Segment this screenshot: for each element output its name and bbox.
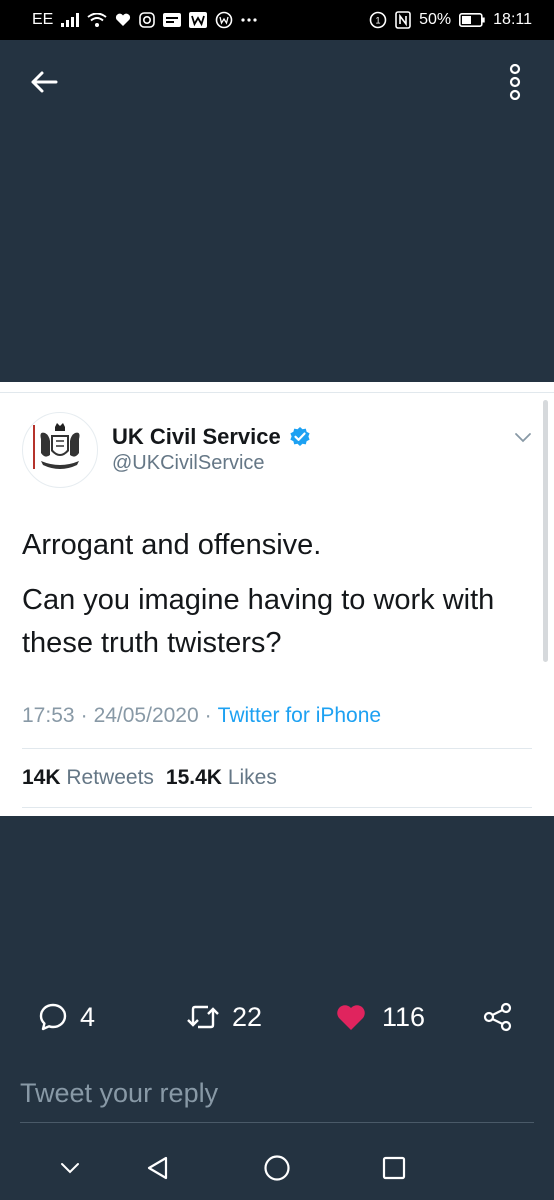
svg-text:1: 1 bbox=[376, 16, 381, 26]
signal-icon bbox=[61, 13, 80, 27]
nav-recents-button[interactable] bbox=[378, 1152, 410, 1184]
more-options-button[interactable] bbox=[502, 60, 528, 104]
like-button[interactable]: 116 bbox=[336, 996, 425, 1038]
news-icon bbox=[163, 12, 182, 28]
divider bbox=[22, 748, 532, 749]
nav-home-button[interactable] bbox=[261, 1152, 293, 1184]
back-triangle-icon bbox=[147, 1156, 168, 1180]
like-count: 116 bbox=[382, 1001, 426, 1032]
retweets-label: Retweets bbox=[66, 766, 154, 789]
reply-bubble-icon bbox=[39, 1003, 67, 1031]
retweet-icon bbox=[187, 1005, 219, 1029]
chevron-down-icon bbox=[61, 1163, 79, 1174]
likes-stat[interactable]: 15.4K Likes bbox=[166, 766, 277, 790]
instagram-icon bbox=[139, 12, 156, 28]
status-right: 1 50% 18:11 bbox=[369, 11, 532, 29]
royal-coat-of-arms-icon bbox=[33, 423, 80, 469]
home-circle-icon bbox=[264, 1155, 290, 1181]
app-bar bbox=[0, 40, 554, 122]
heart-monitor-icon bbox=[115, 13, 131, 27]
wifi-icon bbox=[87, 13, 107, 27]
tweet-stats: 14K Retweets 15.4K Likes bbox=[22, 766, 277, 790]
retweets-count: 14K bbox=[22, 766, 61, 789]
avatar[interactable] bbox=[22, 412, 98, 488]
status-left: EE bbox=[32, 11, 257, 29]
tweet-time: 17:53 bbox=[22, 704, 75, 727]
likes-label: Likes bbox=[227, 766, 277, 789]
system-nav-bar bbox=[0, 1134, 554, 1200]
heart-filled-icon bbox=[337, 1005, 365, 1030]
verified-badge-icon bbox=[290, 427, 310, 446]
battery-percent: 50% bbox=[419, 11, 452, 28]
back-button[interactable] bbox=[26, 64, 62, 100]
reply-composer bbox=[20, 1070, 534, 1123]
vertical-dots-icon bbox=[509, 64, 521, 100]
battery-icon bbox=[459, 13, 485, 27]
nav-back-button[interactable] bbox=[142, 1152, 174, 1184]
share-nodes-icon bbox=[483, 1002, 512, 1032]
likes-count: 15.4K bbox=[165, 766, 222, 789]
reply-button[interactable]: 4 bbox=[38, 996, 95, 1038]
tweet-menu-button[interactable] bbox=[512, 426, 534, 448]
more-dots-icon bbox=[241, 17, 257, 23]
author-name-row[interactable]: UK Civil Service bbox=[112, 424, 311, 450]
reply-input[interactable] bbox=[20, 1070, 534, 1116]
scrollbar[interactable] bbox=[543, 400, 548, 662]
tweet-text-line: Arrogant and offensive. bbox=[22, 529, 322, 561]
status-bar: EE 1 50% 18:11 bbox=[0, 0, 554, 40]
retweet-count: 22 bbox=[232, 1001, 263, 1032]
retweet-button[interactable]: 22 bbox=[186, 996, 262, 1038]
author-handle[interactable]: @UKCivilService bbox=[112, 452, 265, 475]
whatsapp-icon bbox=[215, 11, 233, 29]
meta-separator: · bbox=[80, 704, 88, 727]
nfc-icon bbox=[395, 11, 411, 29]
share-button[interactable] bbox=[482, 996, 514, 1038]
tweet-text-line: Can you imagine having to work with thes… bbox=[22, 584, 495, 659]
display-name[interactable]: UK Civil Service bbox=[112, 424, 281, 450]
w-app-icon bbox=[189, 12, 208, 28]
retweets-stat[interactable]: 14K Retweets bbox=[22, 766, 154, 790]
recents-square-icon bbox=[382, 1156, 406, 1180]
tweet-text: Arrogant and offensive. Can you imagine … bbox=[22, 524, 532, 665]
reply-count: 4 bbox=[80, 1001, 96, 1032]
eye-comfort-icon: 1 bbox=[369, 11, 387, 29]
divider bbox=[22, 807, 532, 808]
tweet-date: 24/05/2020 bbox=[93, 704, 199, 727]
clock: 18:11 bbox=[493, 11, 532, 28]
divider bbox=[0, 392, 554, 393]
hide-keyboard-button[interactable] bbox=[54, 1152, 86, 1184]
carrier-label: EE bbox=[32, 11, 54, 28]
tweet-card[interactable]: UK Civil Service @UKCivilService Arrogan… bbox=[0, 382, 554, 816]
tweet-actions: 4 22 116 bbox=[0, 996, 554, 1038]
tweet-source-link[interactable]: Twitter for iPhone bbox=[218, 704, 381, 728]
tweet-meta: 17:53 · 24/05/2020 · Twitter for iPhone bbox=[22, 704, 381, 728]
chevron-down-icon bbox=[515, 433, 531, 443]
header-backdrop bbox=[0, 122, 554, 382]
meta-separator: · bbox=[204, 704, 212, 727]
arrow-left-icon bbox=[31, 71, 58, 93]
